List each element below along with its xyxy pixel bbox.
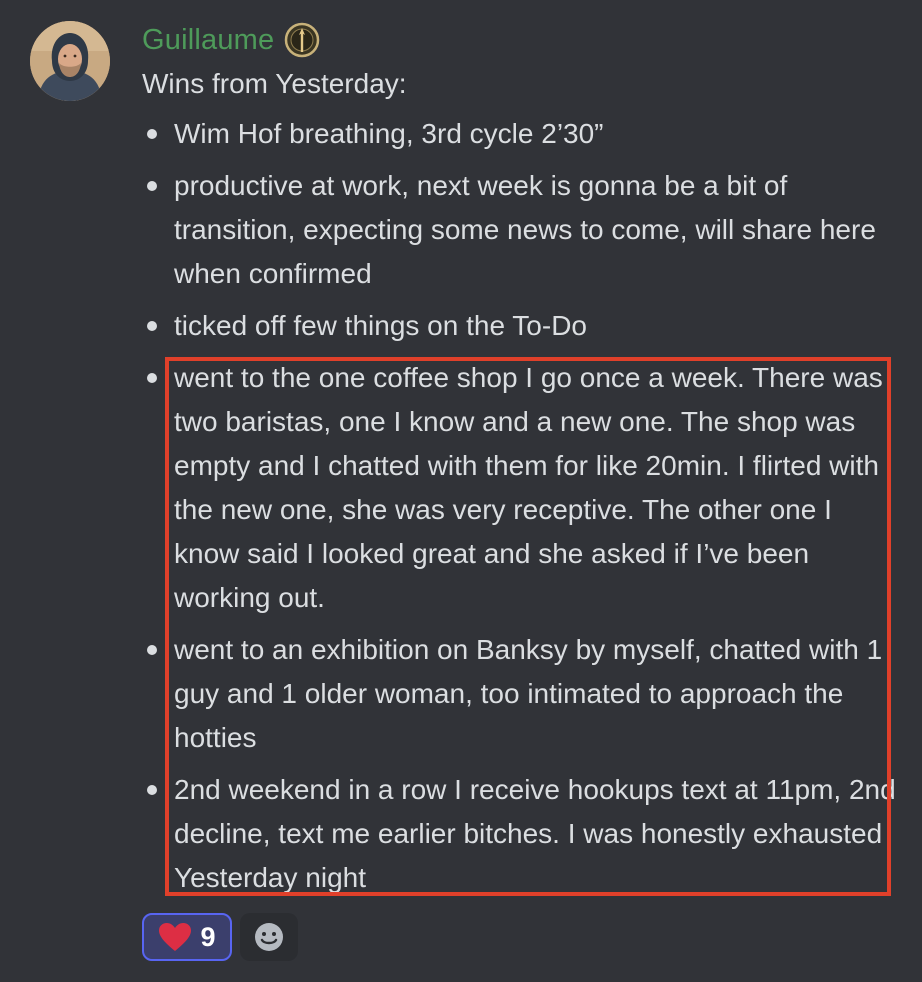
- list-item-text: went to an exhibition on Banksy by mysel…: [174, 634, 883, 753]
- list-item-text: went to the one coffee shop I go once a …: [174, 362, 883, 613]
- avatar[interactable]: [30, 21, 110, 101]
- list-item: went to the one coffee shop I go once a …: [142, 356, 902, 620]
- list-item: Wim Hof breathing, 3rd cycle 2’30”: [142, 112, 902, 156]
- message-header: Guillaume: [142, 20, 320, 60]
- list-item-text: 2nd weekend in a row I receive hookups t…: [174, 774, 896, 893]
- add-reaction-icon: [255, 923, 283, 951]
- bullet-icon: [147, 645, 157, 655]
- list-item: 2nd weekend in a row I receive hookups t…: [142, 768, 902, 900]
- wins-list: Wim Hof breathing, 3rd cycle 2’30” produ…: [142, 112, 902, 908]
- list-item-text: productive at work, next week is gonna b…: [174, 170, 876, 289]
- list-item-text: ticked off few things on the To-Do: [174, 310, 587, 341]
- message-intro: Wins from Yesterday:: [142, 68, 407, 99]
- user-avatar-photo: [30, 21, 110, 101]
- bullet-icon: [147, 181, 157, 191]
- list-item: productive at work, next week is gonna b…: [142, 164, 902, 296]
- list-item-text: Wim Hof breathing, 3rd cycle 2’30”: [174, 118, 604, 149]
- list-item: went to an exhibition on Banksy by mysel…: [142, 628, 902, 760]
- reaction-count: 9: [200, 921, 216, 952]
- bullet-icon: [147, 373, 157, 383]
- heart-icon: [159, 923, 192, 951]
- bullet-icon: [147, 321, 157, 331]
- role-badge-icon[interactable]: [284, 22, 320, 58]
- add-reaction-button[interactable]: [240, 913, 298, 961]
- username[interactable]: Guillaume: [142, 24, 274, 57]
- bullet-icon: [147, 129, 157, 139]
- heart-reaction-button[interactable]: 9: [142, 913, 232, 961]
- list-item: ticked off few things on the To-Do: [142, 304, 902, 348]
- bullet-icon: [147, 785, 157, 795]
- reactions-bar: 9: [142, 913, 298, 961]
